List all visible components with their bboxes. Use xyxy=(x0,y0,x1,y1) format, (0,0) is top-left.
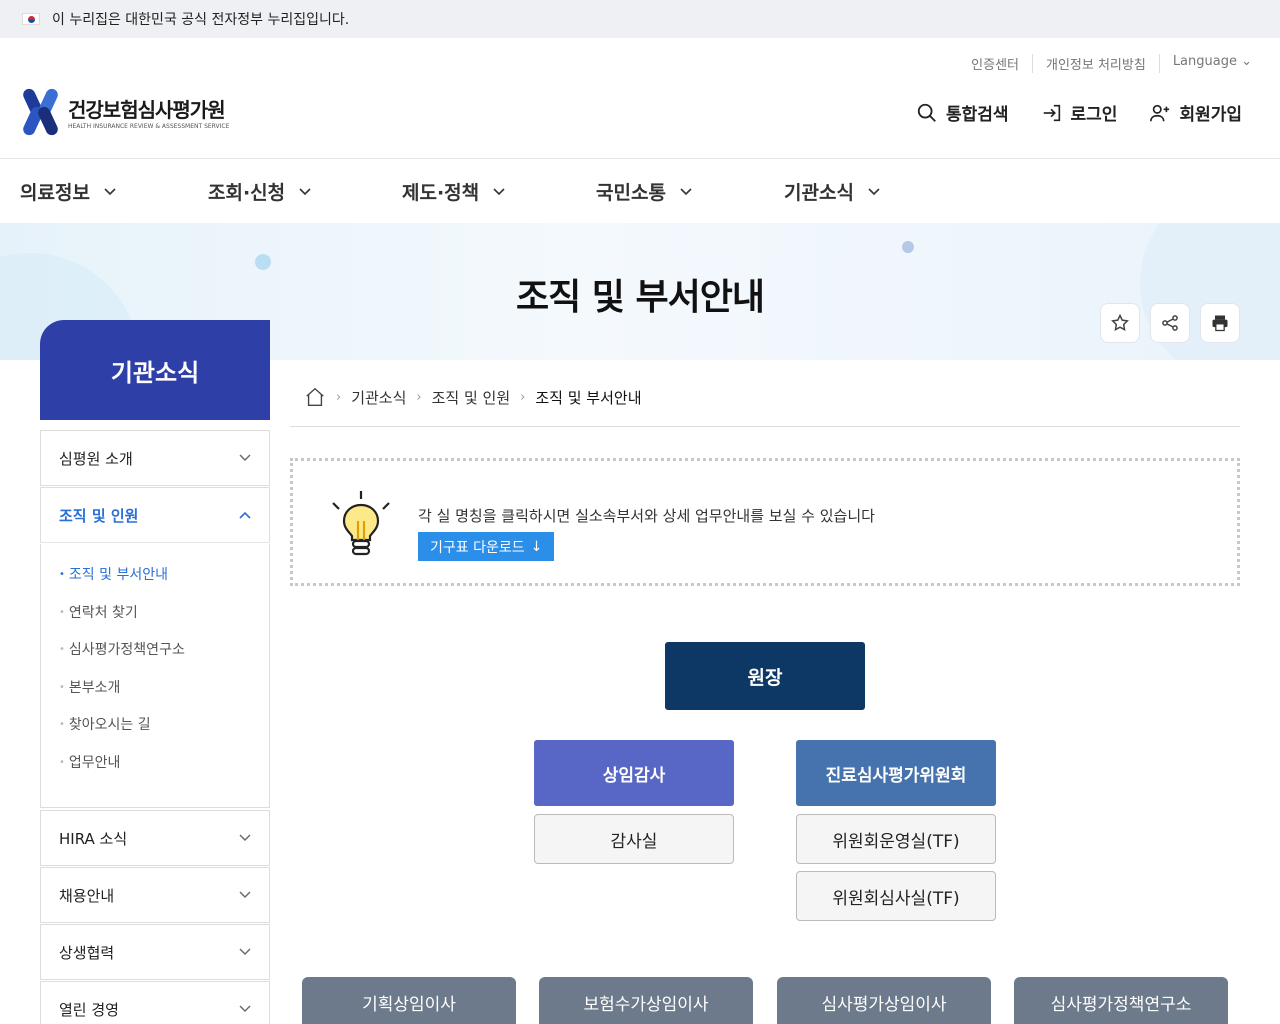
lnb-sub-business[interactable]: 업무안내 xyxy=(59,750,269,788)
breadcrumb-separator: › xyxy=(520,389,526,405)
signup-label: 회원가입 xyxy=(1179,105,1242,125)
lnb-submenu: 조직 및 부서안내 연락처 찾기 심사평가정책연구소 본부소개 찾아오시는 길 … xyxy=(40,544,270,808)
logo-name-en: HEALTH INSURANCE REVIEW & ASSESSMENT SER… xyxy=(68,123,230,130)
gnb-item-policy[interactable]: 제도·정책 xyxy=(402,178,505,205)
org-head-president[interactable]: 원장 xyxy=(665,642,865,710)
chevron-down-icon xyxy=(493,187,505,195)
lnb-sub-hq[interactable]: 본부소개 xyxy=(59,675,269,713)
chevron-up-icon xyxy=(239,511,251,519)
star-icon xyxy=(1111,313,1129,331)
util-link-language[interactable]: Language ⌄ xyxy=(1158,54,1252,73)
lnb-item-open-management[interactable]: 열린 경영 xyxy=(40,981,270,1024)
chevron-down-icon xyxy=(239,834,251,841)
util-link-privacy[interactable]: 개인정보 처리방침 xyxy=(1032,54,1159,73)
org-auditor[interactable]: 상임감사 xyxy=(534,740,734,806)
util-link-cert[interactable]: 인증센터 xyxy=(958,54,1032,73)
gov-notice-bar: 이 누리집은 대한민국 공식 전자정부 누리집입니다. xyxy=(0,0,1280,38)
org-review-committee[interactable]: 진료심사평가위원회 xyxy=(796,740,996,806)
arrow-down-icon: ↓ xyxy=(530,538,543,555)
chevron-down-icon xyxy=(239,454,251,461)
gnb-item-communication[interactable]: 국민소통 xyxy=(596,178,692,205)
chevron-down-icon xyxy=(239,1005,251,1012)
global-nav: 의료정보 조회·신청 제도·정책 국민소통 기관소식 xyxy=(0,160,1280,223)
page-title: 조직 및 부서안내 xyxy=(516,277,765,318)
favorite-button[interactable] xyxy=(1100,303,1140,343)
lnb-item-label: 상생협력 xyxy=(59,943,115,962)
logo-name-ko: 건강보험심사평가원 xyxy=(68,98,226,122)
chevron-down-icon xyxy=(104,187,116,195)
lnb-item-cooperation[interactable]: 상생협력 xyxy=(40,924,270,980)
org-director-fees[interactable]: 보험수가상임이사 xyxy=(539,977,753,1024)
lnb-item-label: 조직 및 인원 xyxy=(59,506,139,525)
org-research-institute[interactable]: 심사평가정책연구소 xyxy=(1014,977,1228,1024)
breadcrumb: › 기관소식 › 조직 및 인원 › 조직 및 부서안내 xyxy=(304,386,642,408)
download-label: 기구표 다운로드 xyxy=(430,539,525,556)
org-director-planning[interactable]: 기획상임이사 xyxy=(302,977,516,1024)
gnb-label: 조회·신청 xyxy=(208,182,286,204)
notice-message: 각 실 명칭을 클릭하시면 실소속부서와 상세 업무안내를 보실 수 있습니다 xyxy=(418,507,875,525)
gnb-item-inquiry[interactable]: 조회·신청 xyxy=(208,178,311,205)
chevron-down-icon xyxy=(239,948,251,955)
site-logo[interactable]: 건강보험심사평가원 HEALTH INSURANCE REVIEW & ASSE… xyxy=(21,86,230,138)
breadcrumb-separator: › xyxy=(416,389,422,405)
gnb-item-news[interactable]: 기관소식 xyxy=(784,178,880,205)
share-button[interactable] xyxy=(1150,303,1190,343)
lnb-item-organization[interactable]: 조직 및 인원 xyxy=(40,487,270,543)
org-director-review[interactable]: 심사평가상임이사 xyxy=(777,977,991,1024)
lnb-item-recruit[interactable]: 채용안내 xyxy=(40,867,270,923)
breadcrumb-current: 조직 및 부서안내 xyxy=(535,388,642,407)
print-button[interactable] xyxy=(1200,303,1240,343)
share-icon xyxy=(1162,315,1178,331)
lnb-item-label: 심평원 소개 xyxy=(59,449,133,468)
chevron-down-icon xyxy=(239,891,251,898)
signup-button[interactable]: 회원가입 xyxy=(1149,100,1242,125)
breadcrumb-item[interactable]: 조직 및 인원 xyxy=(432,387,511,408)
lnb-item-label: 열린 경영 xyxy=(59,1000,119,1019)
home-icon[interactable] xyxy=(304,386,326,408)
site-header: 인증센터 개인정보 처리방침 Language ⌄ 건강보험심사평가원 HEAL… xyxy=(0,38,1280,159)
lnb-item-label: 채용안내 xyxy=(59,886,115,905)
gnb-label: 제도·정책 xyxy=(402,182,480,204)
chevron-down-icon xyxy=(680,187,692,195)
page-tools xyxy=(1100,303,1240,343)
search-button[interactable]: 통합검색 xyxy=(916,100,1009,125)
left-nav: 심평원 소개 조직 및 인원 조직 및 부서안내 연락처 찾기 심사평가정책연구… xyxy=(40,430,270,1024)
language-label: Language xyxy=(1172,54,1237,69)
lnb-sub-directions[interactable]: 찾아오시는 길 xyxy=(59,712,269,750)
org-chart-download-button[interactable]: 기구표 다운로드 ↓ xyxy=(418,532,555,561)
lnb-sub-org-dept[interactable]: 조직 및 부서안내 xyxy=(59,562,269,600)
gnb-item-medical-info[interactable]: 의료정보 xyxy=(20,178,116,205)
lnb-sub-contacts[interactable]: 연락처 찾기 xyxy=(59,600,269,638)
gnb-label: 의료정보 xyxy=(20,182,90,204)
lnb-sub-research-institute[interactable]: 심사평가정책연구소 xyxy=(59,637,269,675)
breadcrumb-item[interactable]: 기관소식 xyxy=(351,387,406,408)
search-label: 통합검색 xyxy=(945,105,1009,125)
breadcrumb-separator: › xyxy=(336,389,342,405)
chevron-down-icon xyxy=(299,187,311,195)
printer-icon xyxy=(1212,315,1228,332)
lnb-item-label: HIRA 소식 xyxy=(59,829,128,848)
korea-flag-icon xyxy=(22,13,40,25)
logo-mark-icon xyxy=(21,86,60,138)
org-committee-review[interactable]: 위원회심사실(TF) xyxy=(796,871,996,921)
user-plus-icon xyxy=(1150,104,1170,121)
org-committee-ops[interactable]: 위원회운영실(TF) xyxy=(796,814,996,864)
org-audit-office[interactable]: 감사실 xyxy=(534,814,734,864)
chevron-down-icon xyxy=(868,187,880,195)
lnb-title: 기관소식 xyxy=(40,320,270,420)
login-button[interactable]: 로그인 xyxy=(1041,100,1118,125)
search-icon xyxy=(917,103,936,122)
gov-notice-text[interactable]: 이 누리집은 대한민국 공식 전자정부 누리집입니다. xyxy=(52,9,349,29)
lnb-item-hira-news[interactable]: HIRA 소식 xyxy=(40,810,270,866)
login-label: 로그인 xyxy=(1070,105,1118,125)
notice-box: 각 실 명칭을 클릭하시면 실소속부서와 상세 업무안내를 보실 수 있습니다 … xyxy=(290,458,1240,586)
divider xyxy=(290,426,1240,427)
lightbulb-icon xyxy=(332,491,390,556)
utility-links: 인증센터 개인정보 처리방침 Language ⌄ xyxy=(958,54,1252,73)
lnb-item-about[interactable]: 심평원 소개 xyxy=(40,430,270,486)
login-icon xyxy=(1043,104,1060,121)
gnb-label: 기관소식 xyxy=(784,182,854,204)
header-actions: 통합검색 로그인 회원가입 xyxy=(916,100,1242,125)
gnb-label: 국민소통 xyxy=(596,182,666,204)
